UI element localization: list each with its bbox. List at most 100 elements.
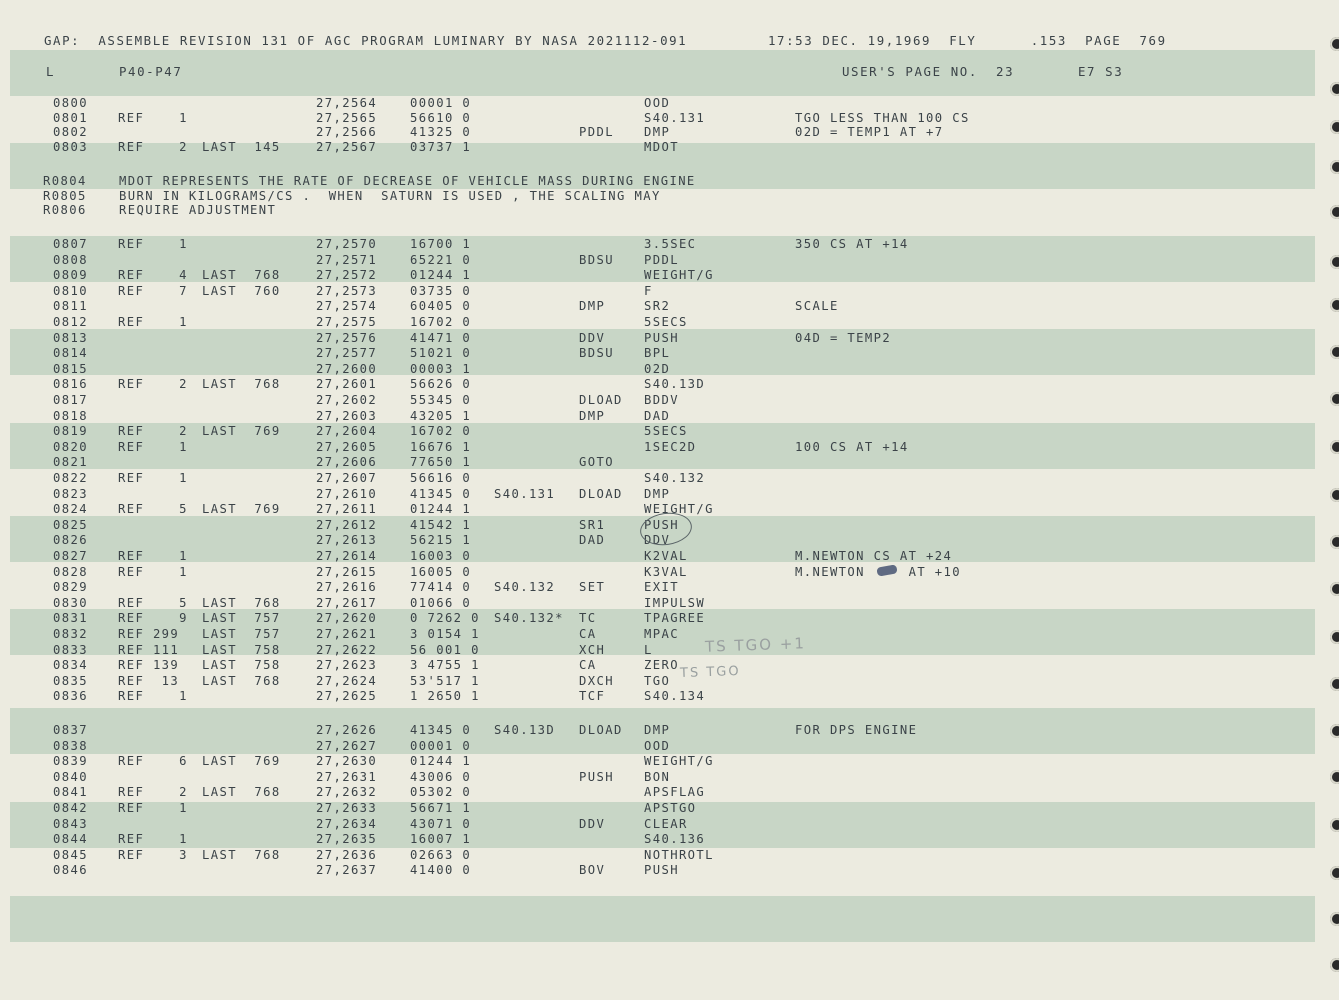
cell-line-number: 0840: [53, 769, 88, 784]
cell-comment: 100 CS AT +14: [795, 439, 909, 454]
cell-line-number: 0819: [53, 424, 88, 439]
cell-octal-word: 41542 1: [410, 517, 472, 532]
cell-ref-count: REF 2: [118, 785, 188, 800]
remark-number: R0806: [43, 203, 87, 218]
cell-ref-count: REF 2: [118, 139, 188, 154]
cell-last-ref: LAST 768: [202, 847, 281, 862]
cell-line-number: 0802: [53, 125, 88, 140]
listing-row: 0843 27,2634 43071 0 DDV CLEAR: [0, 817, 1300, 833]
cell-address: 27,2573: [316, 283, 378, 298]
listing-row: 0828 REF 1 27,2615 16005 0 K3VAL M.NEWTON AT …: [0, 565, 1300, 581]
cell-operand: DMP: [644, 486, 671, 501]
listing-row: 0802 27,2566 41325 0 PDDL DMP 02D = TEMP1 AT …: [0, 125, 1300, 141]
cell-operand: SR2: [644, 299, 671, 314]
remark-text: MDOT REPRESENTS THE RATE OF DECREASE OF …: [119, 174, 696, 188]
cell-address: 27,2566: [316, 125, 378, 140]
feed-hole: [1330, 440, 1339, 454]
cell-line-number: 0801: [53, 110, 88, 125]
cell-last-ref: LAST 757: [202, 611, 281, 626]
cell-ref-count: REF 1: [118, 110, 188, 125]
cell-operand: ZERO: [644, 658, 679, 673]
cell-last-ref: LAST 768: [202, 268, 281, 283]
cell-address: 27,2571: [316, 252, 378, 267]
cell-opcode: BOV: [579, 863, 606, 878]
cell-line-number: 0827: [53, 549, 88, 563]
listing-row: 0816 REF 2 LAST 768 27,2601 56626 0 S40.13D: [0, 377, 1300, 393]
listing-row: 0831 REF 9 LAST 757 27,2620 0 7262 0 S40.132*…: [0, 611, 1300, 627]
cell-line-number: 0811: [53, 299, 88, 314]
cell-opcode: SR1: [579, 517, 606, 532]
feed-hole: [1330, 82, 1339, 96]
cell-octal-word: 41325 0: [410, 125, 472, 140]
cell-operand: APSFLAG: [644, 785, 706, 800]
header-timestamp: 17:53 DEC. 19,1969 FLY .153 PAGE 769: [768, 33, 1167, 48]
listing-row: 0838 27,2627 00001 0 OOD: [0, 739, 1300, 755]
listing-row: 0812 REF 1 27,2575 16702 0 5SECS: [0, 315, 1300, 331]
cell-opcode: GOTO: [579, 455, 614, 470]
cell-operand: APSTGO: [644, 801, 697, 815]
cell-address: 27,2601: [316, 377, 378, 392]
cell-address: 27,2620: [316, 611, 378, 626]
listing-row: 0832 REF 299 LAST 757 27,2621 3 0154 1 CA MPAC: [0, 627, 1300, 643]
cell-octal-word: 01244 1: [410, 502, 472, 517]
listing-row: 0819 REF 2 LAST 769 27,2604 16702 0 5SECS: [0, 424, 1300, 440]
cell-operand: OOD: [644, 96, 671, 110]
feed-hole: [1330, 345, 1339, 359]
cell-address: 27,2617: [316, 595, 378, 610]
cell-operand: MDOT: [644, 139, 679, 154]
feed-hole: [1330, 818, 1339, 832]
cell-octal-word: 0 7262 0: [410, 611, 480, 626]
cell-label: S40.131: [494, 486, 556, 501]
cell-octal-word: 60405 0: [410, 299, 472, 314]
feed-hole: [1330, 120, 1339, 134]
cell-ref-count: REF 5: [118, 502, 188, 517]
listing-row: 0815 27,2600 00003 1 02D: [0, 362, 1300, 378]
cell-line-number: 0815: [53, 361, 88, 376]
cell-operand: PUSH: [644, 330, 679, 345]
cell-octal-word: 43071 0: [410, 816, 472, 831]
cell-ref-count: REF 4: [118, 268, 188, 283]
cell-line-number: 0812: [53, 315, 88, 329]
cell-line-number: 0817: [53, 393, 88, 407]
cell-address: 27,2625: [316, 689, 378, 704]
cell-octal-word: 16702 0: [410, 315, 472, 329]
cell-operand: PUSH: [644, 863, 679, 878]
cell-line-number: 0809: [53, 268, 88, 283]
cell-address: 27,2600: [316, 361, 378, 376]
remark-text: BURN IN KILOGRAMS/CS . WHEN SATURN IS US…: [119, 188, 661, 203]
cell-octal-word: 03737 1: [410, 139, 472, 154]
cell-octal-word: 00003 1: [410, 361, 472, 376]
cell-address: 27,2602: [316, 393, 378, 407]
cell-operand: 5SECS: [644, 424, 688, 439]
feed-hole: [1330, 205, 1339, 219]
cell-line-number: 0843: [53, 816, 88, 831]
cell-opcode: SET: [579, 580, 606, 595]
cell-opcode: DMP: [579, 299, 606, 314]
cell-line-number: 0829: [53, 580, 88, 595]
cell-octal-word: 56616 0: [410, 471, 472, 485]
cell-operand: TPAGREE: [644, 611, 706, 626]
cell-address: 27,2570: [316, 237, 378, 251]
cell-line-number: 0845: [53, 847, 88, 862]
cell-ref-count: REF 13: [118, 673, 180, 688]
listing-row: 0834 REF 139 LAST 758 27,2623 3 4755 1 CA ZERO: [0, 658, 1300, 674]
cell-opcode: PDDL: [579, 125, 614, 140]
cell-opcode: TC: [579, 611, 597, 626]
listing-row: 0845 REF 3 LAST 768 27,2636 02663 0 NOTHROTL: [0, 848, 1300, 864]
cell-ref-count: REF 7: [118, 283, 188, 298]
cell-operand: 5SECS: [644, 315, 688, 329]
cell-last-ref: LAST 769: [202, 502, 281, 517]
cell-line-number: 0823: [53, 486, 88, 501]
listing-row: 0833 REF 111 LAST 758 27,2622 56 001 0 XCH L: [0, 643, 1300, 659]
feed-hole: [1330, 677, 1339, 691]
cell-address: 27,2615: [316, 564, 378, 579]
cell-address: 27,2607: [316, 471, 378, 485]
cell-octal-word: 05302 0: [410, 785, 472, 800]
cell-operand: DMP: [644, 125, 671, 140]
cell-ref-count: REF 1: [118, 832, 188, 847]
cell-line-number: 0814: [53, 346, 88, 361]
cell-line-number: 0821: [53, 455, 88, 470]
remark-line: R0806 REQUIRE ADJUSTMENT: [0, 203, 1300, 219]
band-users-page: USER'S PAGE NO. 23: [842, 64, 1015, 79]
cell-octal-word: 3 4755 1: [410, 658, 480, 673]
